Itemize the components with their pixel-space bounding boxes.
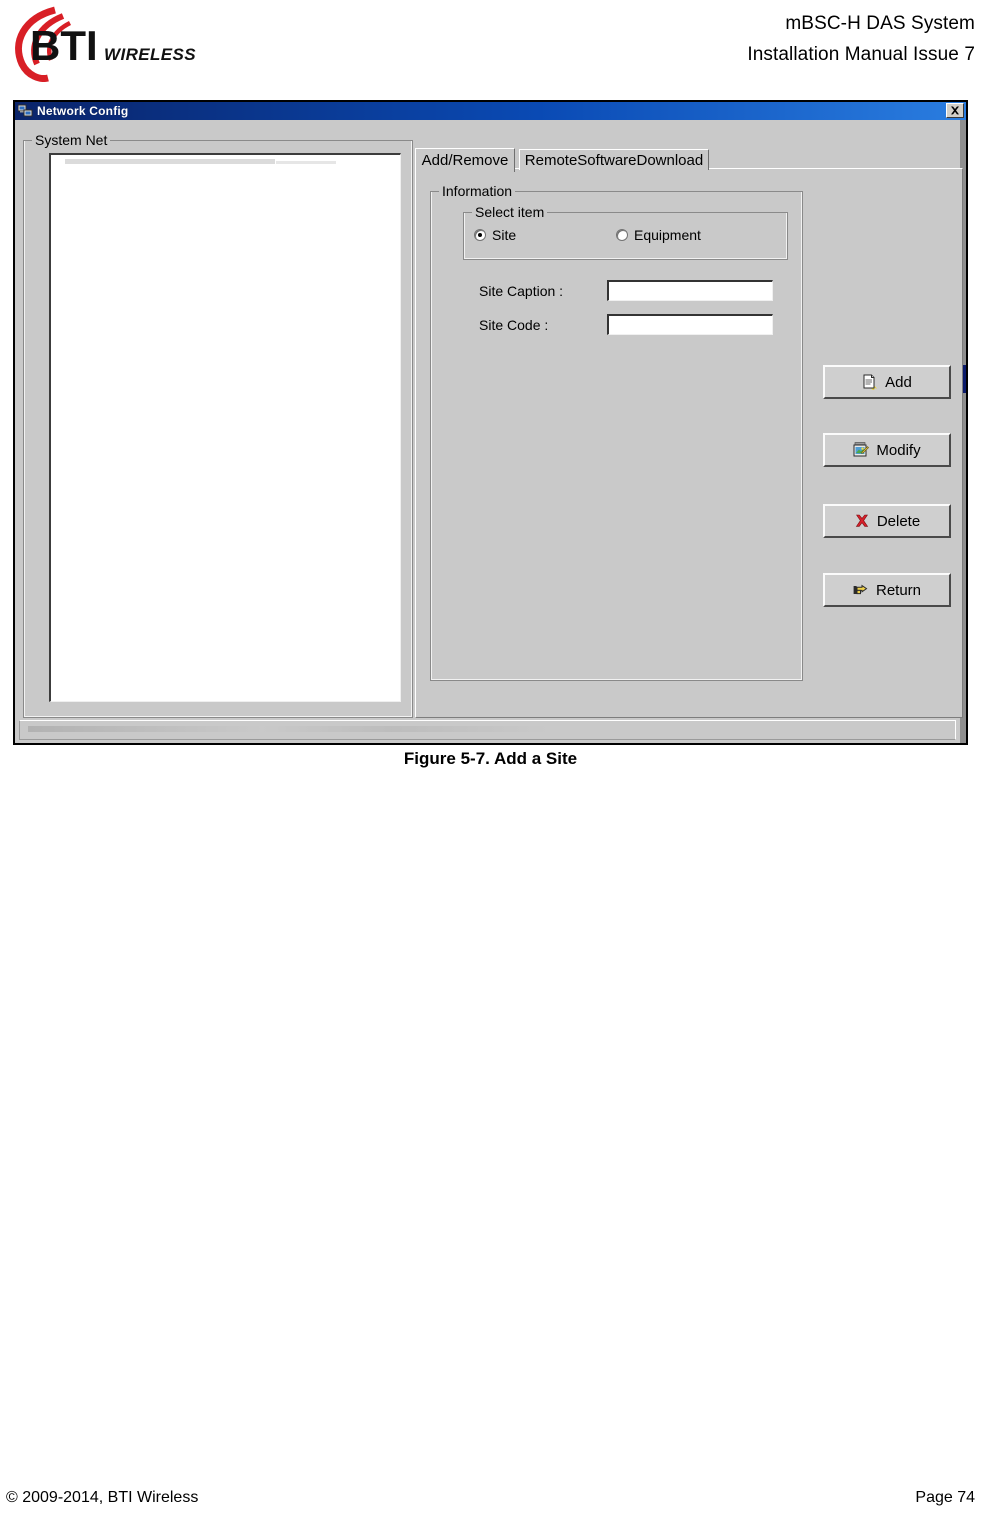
site-code-input[interactable] (607, 314, 773, 335)
manual-header-titles: mBSC-H DAS System Installation Manual Is… (747, 8, 975, 70)
delete-button-label: Delete (876, 512, 921, 530)
new-document-icon (862, 374, 878, 392)
information-group-label: Information (439, 183, 516, 199)
radio-site[interactable]: Site (474, 227, 516, 243)
footer-page-number: Page 74 (915, 1489, 975, 1506)
site-code-label: Site Code : (479, 317, 549, 333)
select-item-radio-row: Site Equipment (464, 227, 787, 247)
window-titlebar[interactable]: Network Config (15, 102, 966, 120)
tree-row-artifact (65, 159, 275, 164)
return-button[interactable]: Return (823, 573, 951, 607)
network-config-window: Network Config System Net Add/Remove Rem… (13, 100, 968, 745)
information-groupbox: Information Select item Site Equipment S… (430, 183, 803, 681)
select-item-group-label: Select item (472, 204, 548, 220)
status-bar-artifact (28, 726, 548, 732)
add-button-label: Add (885, 373, 912, 391)
page-header: BTI WIRELESS mBSC-H DAS System Installat… (0, 0, 981, 92)
delete-button[interactable]: Delete (823, 504, 951, 538)
manual-system-title: mBSC-H DAS System (785, 13, 975, 34)
page-footer: © 2009-2014, BTI Wireless Page 74 (0, 1489, 981, 1513)
site-caption-label: Site Caption : (479, 283, 564, 299)
return-button-label: Return (875, 581, 922, 599)
radio-site-indicator[interactable] (474, 229, 486, 241)
window-title: Network Config (37, 104, 129, 118)
site-code-field-row: Site Code : (479, 314, 779, 336)
modify-button[interactable]: Modify (823, 433, 951, 467)
radio-equipment-indicator[interactable] (616, 229, 628, 241)
site-caption-field-row: Site Caption : (479, 280, 779, 302)
pointing-hand-icon (853, 582, 869, 598)
system-net-group-label: System Net (32, 132, 111, 148)
radio-equipment[interactable]: Equipment (616, 227, 701, 243)
radio-site-label: Site (492, 227, 517, 243)
close-icon[interactable] (946, 103, 964, 118)
system-net-tree[interactable] (49, 153, 401, 702)
select-item-groupbox: Select item Site Equipment (463, 204, 788, 260)
network-computers-icon (17, 104, 33, 118)
tree-row-artifact (276, 161, 336, 164)
svg-text:WIRELESS: WIRELESS (104, 45, 196, 64)
tabstrip: Add/Remove RemoteSoftwareDownload (415, 148, 963, 172)
add-button[interactable]: Add (823, 365, 951, 399)
edit-properties-icon (853, 442, 870, 458)
status-bar (19, 720, 956, 740)
modify-button-label: Modify (876, 441, 921, 459)
svg-text:BTI: BTI (30, 22, 98, 69)
tab-add-remove[interactable]: Add/Remove (415, 148, 515, 172)
bti-wireless-logo: BTI WIRELESS (8, 4, 198, 82)
dialog-client-area: System Net Add/Remove RemoteSoftwareDown… (15, 120, 963, 745)
manual-issue-title: Installation Manual Issue 7 (747, 44, 975, 65)
tab-remote-software-download[interactable]: RemoteSoftwareDownload (519, 149, 709, 170)
red-x-icon (854, 513, 870, 529)
system-net-groupbox: System Net (23, 132, 413, 718)
action-button-column: Add Modify Delete Return (823, 365, 953, 745)
site-caption-input[interactable] (607, 280, 773, 301)
figure-caption: Figure 5-7. Add a Site (403, 749, 578, 768)
footer-copyright: © 2009-2014, BTI Wireless (6, 1489, 199, 1506)
radio-equipment-label: Equipment (634, 227, 701, 243)
